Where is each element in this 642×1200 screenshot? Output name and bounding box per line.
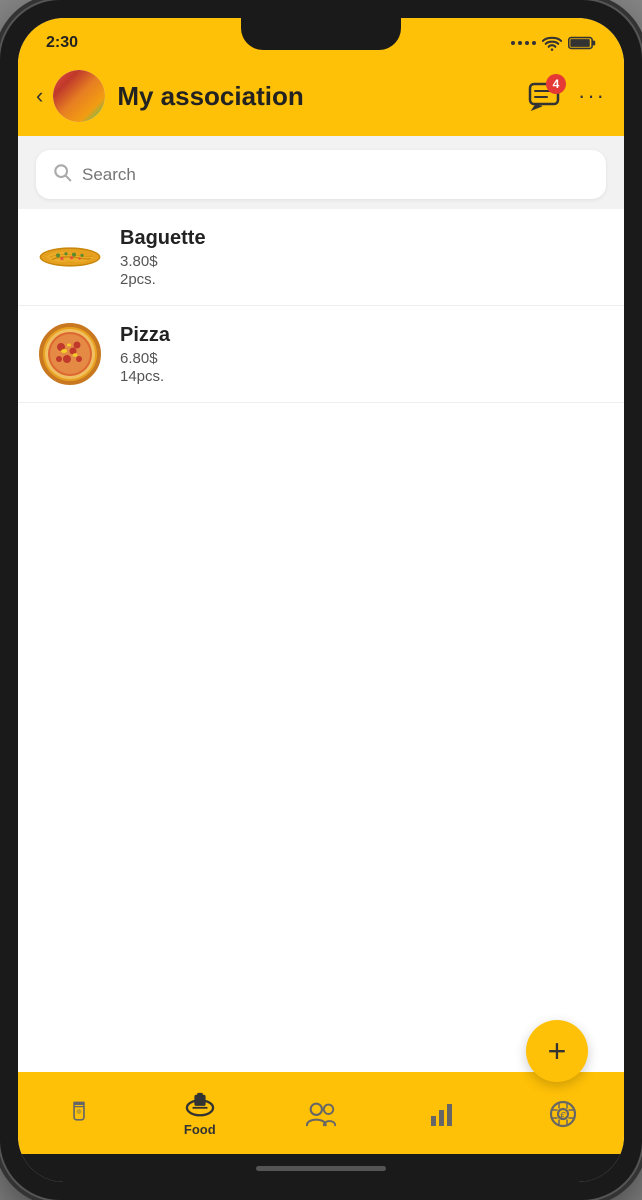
add-button[interactable]: +: [526, 1020, 588, 1082]
pizza-price: 6.80$: [120, 350, 170, 367]
nav-item-food[interactable]: Food: [170, 1091, 230, 1137]
header-actions: 4 ···: [526, 78, 606, 114]
pizza-image: [38, 322, 102, 386]
status-time: 2:30: [46, 34, 78, 52]
pizza-info: Pizza 6.80$ 14pcs.: [120, 324, 170, 385]
drinks-icon: [65, 1100, 93, 1128]
more-button[interactable]: ···: [578, 83, 606, 109]
settings-icon: €: [549, 1100, 577, 1128]
stats-icon: [428, 1100, 456, 1128]
food-icon: [185, 1091, 215, 1119]
fab-container: +: [526, 1020, 588, 1082]
header: ‹ My association 4 ···: [18, 62, 624, 136]
wifi-icon: [542, 35, 562, 51]
food-list: Baguette 3.80$ 2pcs.: [18, 209, 624, 1072]
bottom-nav: Food: [18, 1072, 624, 1154]
baguette-info: Baguette 3.80$ 2pcs.: [120, 227, 206, 288]
content-area: Baguette 3.80$ 2pcs.: [18, 136, 624, 1072]
phone-screen: 2:30: [18, 18, 624, 1182]
status-icons: [511, 35, 596, 51]
pizza-qty: 14pcs.: [120, 368, 170, 385]
baguette-price: 3.80$: [120, 253, 206, 270]
phone-frame: 2:30: [0, 0, 642, 1200]
home-indicator: [18, 1154, 624, 1182]
nav-item-stats[interactable]: [412, 1100, 472, 1128]
notification-badge: 4: [546, 74, 566, 94]
avatar-image: [53, 70, 105, 122]
nav-item-drinks[interactable]: [49, 1100, 109, 1128]
back-button[interactable]: ‹: [36, 83, 43, 109]
nav-item-people[interactable]: [291, 1100, 351, 1128]
pizza-name: Pizza: [120, 324, 170, 347]
page-title: My association: [117, 81, 526, 112]
signal-icon: [511, 41, 536, 45]
avatar: [53, 70, 105, 122]
baguette-qty: 2pcs.: [120, 271, 206, 288]
search-input[interactable]: [82, 165, 590, 185]
search-icon: [52, 162, 72, 187]
chat-button[interactable]: 4: [526, 78, 562, 114]
nav-item-settings[interactable]: €: [533, 1100, 593, 1128]
baguette-name: Baguette: [120, 227, 206, 250]
notch: [241, 18, 401, 50]
svg-text:€: €: [561, 1111, 567, 1122]
food-nav-label: Food: [184, 1122, 216, 1137]
baguette-image: [38, 225, 102, 289]
people-icon: [305, 1100, 337, 1128]
search-box[interactable]: [36, 150, 606, 199]
list-item[interactable]: Baguette 3.80$ 2pcs.: [18, 209, 624, 306]
search-container: [18, 136, 624, 209]
list-item[interactable]: Pizza 6.80$ 14pcs.: [18, 306, 624, 403]
battery-icon: [568, 35, 596, 51]
home-bar: [256, 1166, 386, 1171]
